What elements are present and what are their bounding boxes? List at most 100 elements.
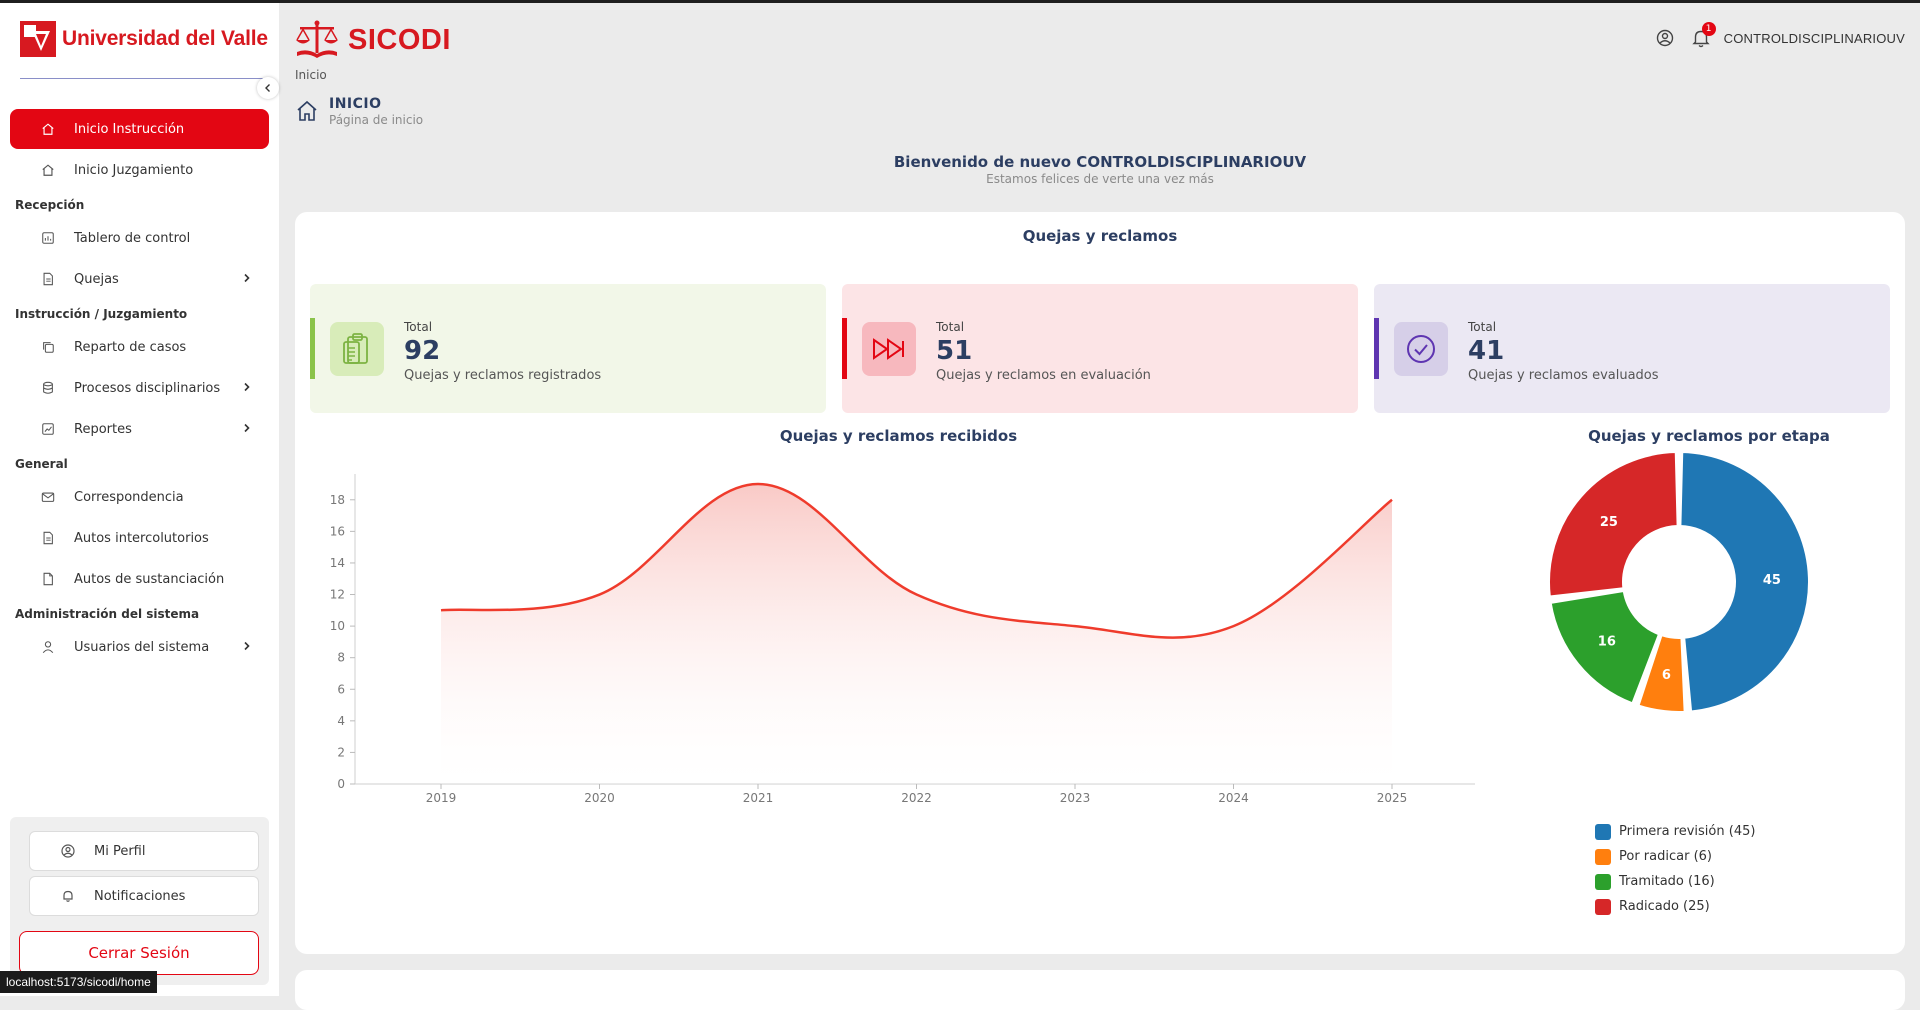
card-value: 92 bbox=[404, 336, 441, 366]
donut-value-label: 45 bbox=[1763, 573, 1781, 588]
y-tick-label: 10 bbox=[330, 619, 345, 633]
chevron-right-icon bbox=[243, 272, 251, 287]
sidebar-item-usuarios-del-sistema[interactable]: Usuarios del sistema bbox=[10, 627, 269, 667]
y-tick-label: 4 bbox=[337, 714, 345, 728]
current-user-name[interactable]: CONTROLDISCIPLINARIOUV bbox=[1724, 31, 1905, 46]
card-description: Quejas y reclamos evaluados bbox=[1468, 368, 1659, 383]
x-tick-label: 2022 bbox=[901, 791, 932, 805]
user-circle-icon[interactable] bbox=[1656, 29, 1674, 47]
donut-slice-primera-revision[interactable] bbox=[1679, 452, 1810, 713]
sidebar-section-title: General bbox=[15, 457, 68, 471]
data-point-2019[interactable] bbox=[435, 604, 447, 616]
data-point-2022[interactable] bbox=[911, 589, 923, 601]
profile-button[interactable]: Mi Perfil bbox=[29, 831, 259, 871]
sidebar-item-label: Procesos disciplinarios bbox=[74, 380, 221, 396]
data-point-2024[interactable] bbox=[1228, 620, 1240, 632]
card-description: Quejas y reclamos registrados bbox=[404, 368, 602, 383]
donut-value-label: 6 bbox=[1662, 668, 1671, 683]
user-icon bbox=[40, 639, 56, 655]
legend-label: Radicado (25) bbox=[1619, 899, 1710, 914]
data-point-2021[interactable] bbox=[752, 478, 764, 490]
sidebar-item-inicio-juzgamiento[interactable]: Inicio Juzgamiento bbox=[10, 150, 269, 190]
sidebar-section-title: Administración del sistema bbox=[15, 607, 200, 621]
sidebar-item-autos-intercolutorios[interactable]: Autos intercolutorios bbox=[10, 518, 269, 558]
page-header: INICIO Página de inicio bbox=[295, 96, 423, 127]
bell-icon bbox=[60, 888, 76, 904]
card-description: Quejas y reclamos en evaluación bbox=[936, 368, 1151, 383]
panel-title: Quejas y reclamos bbox=[1022, 227, 1178, 245]
sidebar-item-reportes[interactable]: Reportes bbox=[10, 409, 269, 449]
notification-count-badge: 1 bbox=[1701, 22, 1716, 36]
chevron-right-icon bbox=[243, 640, 251, 655]
welcome-title: Bienvenido de nuevo CONTROLDISCIPLINARIO… bbox=[893, 153, 1307, 171]
header-actions: 1 CONTROLDISCIPLINARIOUV bbox=[1656, 22, 1905, 48]
data-point-2020[interactable] bbox=[594, 589, 606, 601]
card-value: 41 bbox=[1468, 336, 1505, 366]
profile-label: Mi Perfil bbox=[94, 843, 146, 859]
chevron-left-icon bbox=[265, 84, 270, 92]
card-accent-bar bbox=[310, 318, 315, 379]
logo-divider bbox=[20, 78, 263, 79]
sidebar-item-quejas[interactable]: Quejas bbox=[10, 259, 269, 299]
complaints-by-stage-chart: 45 6 16 25 bbox=[1548, 452, 1810, 713]
data-point-2023[interactable] bbox=[1069, 620, 1081, 632]
card-accent-bar bbox=[842, 318, 847, 379]
sidebar-item-correspondencia[interactable]: Correspondencia bbox=[10, 477, 269, 517]
home-icon bbox=[40, 162, 56, 178]
sidebar-item-reparto-de-casos[interactable]: Reparto de casos bbox=[10, 327, 269, 367]
sidebar-item-label: Reportes bbox=[74, 421, 132, 437]
x-tick-label: 2020 bbox=[584, 791, 615, 805]
legend-item-radicado[interactable]: Radicado (25) bbox=[1595, 894, 1755, 919]
home-icon bbox=[297, 100, 317, 121]
legend-label: Por radicar (6) bbox=[1619, 849, 1712, 864]
legend-swatch bbox=[1595, 873, 1611, 890]
stat-card-in-evaluation: Total 51 Quejas y reclamos en evaluación bbox=[842, 284, 1358, 413]
donut-legend: Primera revisión (45) Por radicar (6) Tram… bbox=[1595, 819, 1755, 919]
x-tick-label: 2019 bbox=[426, 791, 457, 805]
page-title: INICIO bbox=[329, 96, 382, 112]
document-icon bbox=[40, 271, 56, 287]
y-tick-label: 6 bbox=[337, 682, 345, 696]
collapse-sidebar-button[interactable] bbox=[257, 77, 279, 99]
univalle-logo-icon bbox=[20, 21, 56, 57]
university-logo[interactable]: Universidad del Valle bbox=[20, 21, 268, 57]
breadcrumb[interactable]: Inicio bbox=[295, 68, 327, 82]
legend-item-primera-revision[interactable]: Primera revisión (45) bbox=[1595, 819, 1755, 844]
y-tick-label: 16 bbox=[330, 524, 345, 538]
y-tick-label: 18 bbox=[330, 493, 345, 507]
data-point-2025[interactable] bbox=[1386, 494, 1398, 506]
app-logo[interactable]: SICODI bbox=[294, 20, 451, 60]
legend-item-por-radicar[interactable]: Por radicar (6) bbox=[1595, 844, 1755, 869]
sidebar-nav: Inicio Instrucción Inicio Juzgamiento Rece… bbox=[10, 109, 269, 668]
y-tick-label: 14 bbox=[330, 556, 345, 570]
sidebar-item-tablero-de-control[interactable]: Tablero de control bbox=[10, 218, 269, 258]
legend-swatch bbox=[1595, 898, 1611, 915]
sidebar: Universidad del Valle Inicio Instrucción… bbox=[0, 3, 279, 996]
sidebar-item-autos-de-sustanciacion[interactable]: Autos de sustanciación bbox=[10, 559, 269, 599]
notifications-button[interactable]: Notificaciones bbox=[29, 876, 259, 916]
card-label: Total bbox=[404, 320, 433, 334]
database-icon bbox=[40, 380, 56, 396]
sidebar-item-procesos-disciplinarios[interactable]: Procesos disciplinarios bbox=[10, 368, 269, 408]
sidebar-item-label: Usuarios del sistema bbox=[74, 639, 210, 655]
fast-forward-icon bbox=[862, 322, 916, 376]
logout-button[interactable]: Cerrar Sesión bbox=[19, 931, 259, 975]
donut-value-label: 16 bbox=[1598, 635, 1616, 650]
home-icon bbox=[40, 121, 56, 137]
donut-value-label: 25 bbox=[1600, 515, 1618, 530]
app-name: SICODI bbox=[348, 23, 451, 56]
sidebar-item-inicio-instruccion[interactable]: Inicio Instrucción bbox=[10, 109, 269, 149]
legend-item-tramitado[interactable]: Tramitado (16) bbox=[1595, 869, 1755, 894]
welcome-message: Bienvenido de nuevo CONTROLDISCIPLINARIO… bbox=[280, 153, 1920, 186]
x-tick-label: 2023 bbox=[1060, 791, 1091, 805]
x-tick-label: 2024 bbox=[1218, 791, 1249, 805]
document-icon bbox=[40, 530, 56, 546]
complaints-received-chart: 0 2 4 6 8 10 12 14 16 18 2019 2020 2021 2022 2023 2024 2… bbox=[330, 474, 1475, 805]
copy-icon bbox=[40, 339, 56, 355]
browser-status-url: localhost:5173/sicodi/home bbox=[0, 971, 157, 993]
x-tick-label: 2025 bbox=[1377, 791, 1408, 805]
stat-card-evaluated: Total 41 Quejas y reclamos evaluados bbox=[1374, 284, 1890, 413]
notifications-bell[interactable]: 1 bbox=[1691, 22, 1716, 48]
x-tick-label: 2021 bbox=[743, 791, 774, 805]
check-circle-icon bbox=[1394, 322, 1448, 376]
